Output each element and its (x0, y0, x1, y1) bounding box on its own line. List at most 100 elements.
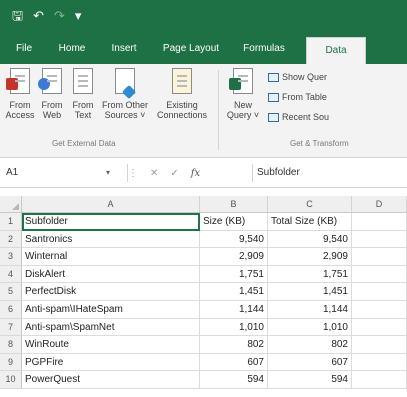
access-db-icon (6, 68, 30, 94)
cell-a[interactable]: PGPFire (22, 353, 200, 372)
table-row: 4 DiskAlert 1,751 1,751 (0, 265, 407, 284)
from-access-button[interactable]: From Access (4, 68, 36, 120)
row-header[interactable]: 5 (0, 283, 22, 301)
row-header[interactable]: 7 (0, 318, 22, 337)
text-file-icon (73, 68, 93, 94)
existing-connections-icon (172, 68, 192, 94)
from-table-icon (268, 92, 279, 102)
cell-c[interactable]: 1,451 (268, 283, 352, 301)
row-header[interactable]: 2 (0, 230, 22, 249)
quick-access-toolbar: 🖫 ↶ ↷ ▾ (12, 8, 81, 24)
column-header-a[interactable]: A (22, 196, 200, 213)
column-header-b[interactable]: B (200, 196, 268, 213)
new-query-icon (229, 68, 253, 94)
cell-d[interactable] (352, 318, 407, 337)
more-icon: ⋮ (128, 167, 138, 179)
table-row: 8 WinRoute 802 802 (0, 336, 407, 354)
existing-connections-button[interactable]: Existing Connections (152, 68, 212, 120)
tab-data[interactable]: Data (306, 37, 366, 64)
cell-d[interactable] (352, 213, 407, 231)
cell-c[interactable]: 594 (268, 371, 352, 389)
table-row: 2 Santronics 9,540 9,540 (0, 230, 407, 249)
cell-d[interactable] (352, 371, 407, 389)
cell-b[interactable]: Size (KB) (200, 213, 268, 231)
title-bar: 🖫 ↶ ↷ ▾ (0, 0, 407, 34)
cell-d[interactable] (352, 301, 407, 319)
row-header[interactable]: 9 (0, 353, 22, 372)
cell-c[interactable]: 607 (268, 353, 352, 372)
cell-d[interactable] (352, 265, 407, 284)
table-row: 1 Subfolder Size (KB) Total Size (KB) (0, 213, 407, 231)
cell-d[interactable] (352, 230, 407, 249)
cancel-icon[interactable]: ✕ (150, 168, 158, 179)
row-header[interactable]: 6 (0, 301, 22, 319)
cell-c[interactable]: 802 (268, 336, 352, 354)
cell-b[interactable]: 594 (200, 371, 268, 389)
cell-b[interactable]: 1,010 (200, 318, 268, 337)
cell-a[interactable]: PowerQuest (22, 371, 200, 389)
tab-insert[interactable]: Insert (104, 34, 144, 64)
from-other-sources-button[interactable]: From Other Sources ˅ (100, 68, 150, 120)
new-query-button[interactable]: New Query ˅ (222, 68, 264, 120)
customize-qat-icon[interactable]: ▾ (75, 8, 82, 24)
cell-c[interactable]: 9,540 (268, 230, 352, 249)
cell-b[interactable]: 9,540 (200, 230, 268, 249)
column-header-d[interactable]: D (352, 196, 407, 213)
tab-home[interactable]: Home (52, 34, 92, 64)
cell-a[interactable]: DiskAlert (22, 265, 200, 284)
cell-a[interactable]: Anti-spam\SpamNet (22, 318, 200, 337)
formula-bar-buttons: ⋮ ✕ ✓ fx (128, 164, 200, 182)
select-all-corner[interactable] (0, 196, 22, 213)
formula-bar: A1 ▾ ⋮ ✕ ✓ fx Subfolder (0, 158, 407, 188)
cell-c[interactable]: 2,909 (268, 248, 352, 266)
cell-d[interactable] (352, 353, 407, 372)
cell-b[interactable]: 802 (200, 336, 268, 354)
cell-c[interactable]: Total Size (KB) (268, 213, 352, 231)
cell-c[interactable]: 1,010 (268, 318, 352, 337)
other-sources-icon (115, 68, 137, 100)
cell-c[interactable]: 1,751 (268, 265, 352, 284)
cell-b[interactable]: 1,144 (200, 301, 268, 319)
name-box[interactable]: A1 ▾ (4, 164, 124, 182)
from-text-button[interactable]: From Text (70, 68, 96, 120)
tab-file[interactable]: File (10, 34, 38, 64)
cell-c[interactable]: 1,144 (268, 301, 352, 319)
cell-d[interactable] (352, 336, 407, 354)
save-icon[interactable]: 🖫 (12, 8, 23, 24)
column-header-c[interactable]: C (268, 196, 352, 213)
row-header[interactable]: 1 (0, 213, 22, 231)
from-web-button[interactable]: From Web (38, 68, 66, 120)
cell-a[interactable]: WinRoute (22, 336, 200, 354)
table-row: 6 Anti-spam\IHateSpam 1,144 1,144 (0, 301, 407, 319)
cell-a[interactable]: PerfectDisk (22, 283, 200, 301)
tab-formulas[interactable]: Formulas (236, 34, 292, 64)
table-row: 9 PGPFire 607 607 (0, 353, 407, 372)
redo-icon[interactable]: ↷ (54, 8, 65, 24)
cell-a[interactable]: Subfolder (22, 213, 200, 231)
insert-function-icon[interactable]: fx (191, 168, 200, 179)
row-header[interactable]: 10 (0, 371, 22, 389)
cell-b[interactable]: 1,751 (200, 265, 268, 284)
recent-sources-button[interactable]: Recent Sou (268, 112, 329, 122)
cell-d[interactable] (352, 283, 407, 301)
table-row: 7 Anti-spam\SpamNet 1,010 1,010 (0, 318, 407, 337)
cell-a[interactable]: Santronics (22, 230, 200, 249)
chevron-down-icon[interactable]: ▾ (106, 164, 110, 182)
cell-a[interactable]: Anti-spam\IHateSpam (22, 301, 200, 319)
ribbon-tabs: File Home Insert Page Layout Formulas Da… (0, 34, 407, 64)
table-row: 3 Winternal 2,909 2,909 (0, 248, 407, 266)
cell-b[interactable]: 2,909 (200, 248, 268, 266)
enter-icon[interactable]: ✓ (170, 168, 178, 179)
tab-page-layout[interactable]: Page Layout (158, 34, 224, 64)
show-queries-button[interactable]: Show Quer (268, 72, 327, 82)
formula-input[interactable]: Subfolder (252, 164, 402, 182)
row-header[interactable]: 8 (0, 336, 22, 354)
row-header[interactable]: 4 (0, 265, 22, 284)
cell-a[interactable]: Winternal (22, 248, 200, 266)
cell-b[interactable]: 607 (200, 353, 268, 372)
row-header[interactable]: 3 (0, 248, 22, 266)
from-table-button[interactable]: From Table (268, 92, 327, 102)
undo-icon[interactable]: ↶ (33, 8, 44, 24)
cell-d[interactable] (352, 248, 407, 266)
cell-b[interactable]: 1,451 (200, 283, 268, 301)
